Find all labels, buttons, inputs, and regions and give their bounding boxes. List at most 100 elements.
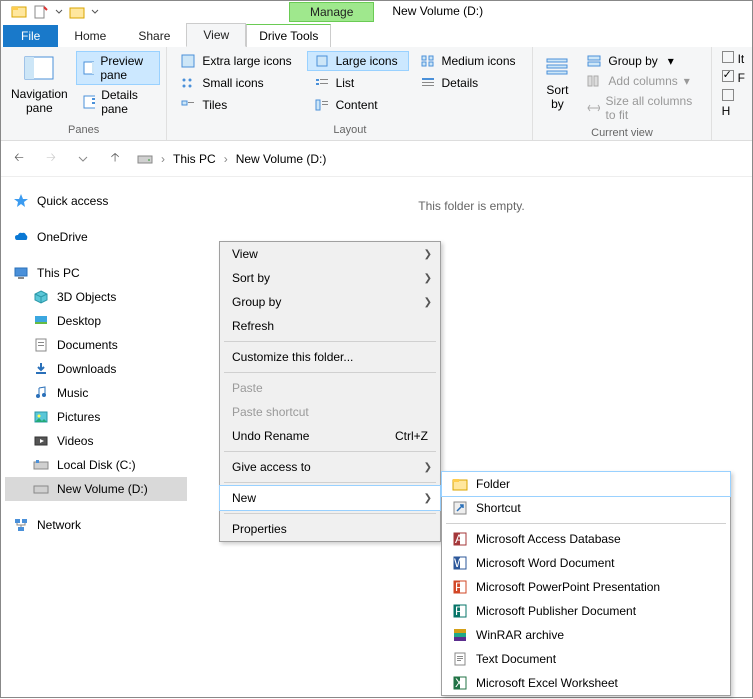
add-columns-button[interactable]: Add columns ▾ [579, 71, 704, 91]
downloads-item[interactable]: Downloads [5, 357, 187, 381]
text-icon [452, 651, 468, 667]
new-access[interactable]: AMicrosoft Access Database [442, 527, 730, 551]
folder-icon [452, 476, 468, 492]
up-button[interactable]: 🡡 [105, 149, 125, 169]
new-folder[interactable]: Folder [441, 471, 731, 497]
svg-text:P: P [455, 604, 463, 618]
ctx-sortby[interactable]: Sort by❯ [220, 266, 440, 290]
submenu-arrow-icon: ❯ [424, 462, 432, 473]
manage-tab-header[interactable]: Manage [289, 2, 374, 22]
ctx-view[interactable]: View❯ [220, 242, 440, 266]
new-word[interactable]: WMicrosoft Word Document [442, 551, 730, 575]
cloud-icon [13, 229, 29, 245]
ctx-new[interactable]: New❯ [219, 485, 441, 511]
chevron-right-icon[interactable]: › [161, 152, 165, 166]
svg-text:P: P [455, 580, 463, 594]
filename-ext-check[interactable]: F [722, 70, 746, 85]
publisher-icon: P [452, 603, 468, 619]
breadcrumb[interactable]: › This PC › New Volume (D:) [137, 151, 326, 167]
ctx-groupby[interactable]: Group by❯ [220, 290, 440, 314]
new-publisher[interactable]: PMicrosoft Publisher Document [442, 599, 730, 623]
share-tab[interactable]: Share [122, 25, 186, 47]
music-icon [33, 385, 49, 401]
ribbon-tabstrip: File Home Share View Drive Tools [1, 23, 752, 47]
ctx-undo[interactable]: Undo RenameCtrl+Z [220, 424, 440, 448]
file-tab[interactable]: File [3, 25, 58, 47]
network-icon [13, 517, 29, 533]
view-tab[interactable]: View [186, 23, 246, 47]
group-by-button[interactable]: Group by ▾ [579, 51, 704, 71]
details-pane-label: Details pane [101, 88, 153, 116]
folder-qat-icon[interactable] [69, 4, 85, 20]
music-item[interactable]: Music [5, 381, 187, 405]
onedrive-item[interactable]: OneDrive [5, 225, 187, 249]
breadcrumb-thispc[interactable]: This PC [173, 152, 216, 166]
network-item[interactable]: Network [5, 513, 187, 537]
new-volume-d-item[interactable]: New Volume (D:) [5, 477, 187, 501]
ctx-give-access[interactable]: Give access to❯ [220, 455, 440, 479]
drive-icon [137, 151, 153, 167]
new-ppt[interactable]: PMicrosoft PowerPoint Presentation [442, 575, 730, 599]
quick-access-item[interactable]: Quick access [5, 189, 187, 213]
pictures-item[interactable]: Pictures [5, 405, 187, 429]
preview-pane-label: Preview pane [100, 54, 153, 82]
new-excel[interactable]: XMicrosoft Excel Worksheet [442, 671, 730, 695]
navigation-pane: Quick access OneDrive This PC 3D Objects… [1, 177, 191, 699]
large-icons-button[interactable]: Large icons [307, 51, 409, 71]
item-checkboxes-check[interactable]: It [722, 51, 746, 66]
hidden-items-check[interactable]: H [722, 89, 746, 118]
navigation-pane-button[interactable]: Navigation pane [7, 51, 72, 119]
ribbon: Navigation pane Preview pane Details pan… [1, 47, 752, 141]
document-icon [33, 337, 49, 353]
extra-large-icons-button[interactable]: Extra large icons [173, 51, 302, 71]
address-bar: 🡠 🡢 🡡 › This PC › New Volume (D:) [1, 141, 752, 177]
local-disk-c-item[interactable]: Local Disk (C:) [5, 453, 187, 477]
new-text[interactable]: Text Document [442, 647, 730, 671]
tiles-button[interactable]: Tiles [173, 95, 302, 115]
panes-group-label: Panes [7, 122, 160, 136]
submenu-arrow-icon: ❯ [424, 493, 432, 504]
preview-pane-button[interactable]: Preview pane [76, 51, 161, 85]
drive-tools-tab[interactable]: Drive Tools [246, 24, 331, 47]
show-hide-group: It F H [712, 47, 752, 140]
content-button[interactable]: Content [307, 95, 409, 115]
qat-chevron-icon[interactable] [55, 8, 63, 16]
chevron-right-icon[interactable]: › [224, 152, 228, 166]
thispc-item[interactable]: This PC [5, 261, 187, 285]
recent-dropdown[interactable] [73, 149, 93, 169]
navigation-pane-label: Navigation pane [11, 87, 68, 115]
download-icon [33, 361, 49, 377]
qat-chevron2-icon[interactable] [91, 8, 99, 16]
ctx-properties[interactable]: Properties [220, 517, 440, 541]
video-icon [33, 433, 49, 449]
props-qat-icon[interactable] [33, 4, 49, 20]
small-icons-button[interactable]: Small icons [173, 73, 302, 93]
size-columns-button[interactable]: Size all columns to fit [579, 91, 704, 125]
submenu-arrow-icon: ❯ [424, 297, 432, 308]
details-pane-button[interactable]: Details pane [76, 85, 161, 119]
current-view-group-label: Current view [539, 125, 704, 139]
word-icon: W [452, 555, 468, 571]
documents-item[interactable]: Documents [5, 333, 187, 357]
rar-icon [452, 627, 468, 643]
sort-by-button[interactable]: Sort by [539, 51, 575, 125]
desktop-item[interactable]: Desktop [5, 309, 187, 333]
list-button[interactable]: List [307, 73, 409, 93]
medium-icons-button[interactable]: Medium icons [413, 51, 527, 71]
back-button[interactable]: 🡠 [9, 149, 29, 169]
submenu-arrow-icon: ❯ [424, 273, 432, 284]
desktop-icon [33, 313, 49, 329]
videos-item[interactable]: Videos [5, 429, 187, 453]
layout-group-label: Layout [173, 122, 526, 136]
new-shortcut[interactable]: Shortcut [442, 496, 730, 520]
home-tab[interactable]: Home [58, 25, 122, 47]
new-submenu: Folder Shortcut AMicrosoft Access Databa… [441, 471, 731, 696]
ctx-refresh[interactable]: Refresh [220, 314, 440, 338]
3d-objects-item[interactable]: 3D Objects [5, 285, 187, 309]
svg-text:A: A [455, 532, 463, 546]
ctx-customize[interactable]: Customize this folder... [220, 345, 440, 369]
breadcrumb-volume[interactable]: New Volume (D:) [236, 152, 327, 166]
ctx-paste-shortcut: Paste shortcut [220, 400, 440, 424]
details-button[interactable]: Details [413, 73, 527, 93]
new-rar[interactable]: WinRAR archive [442, 623, 730, 647]
